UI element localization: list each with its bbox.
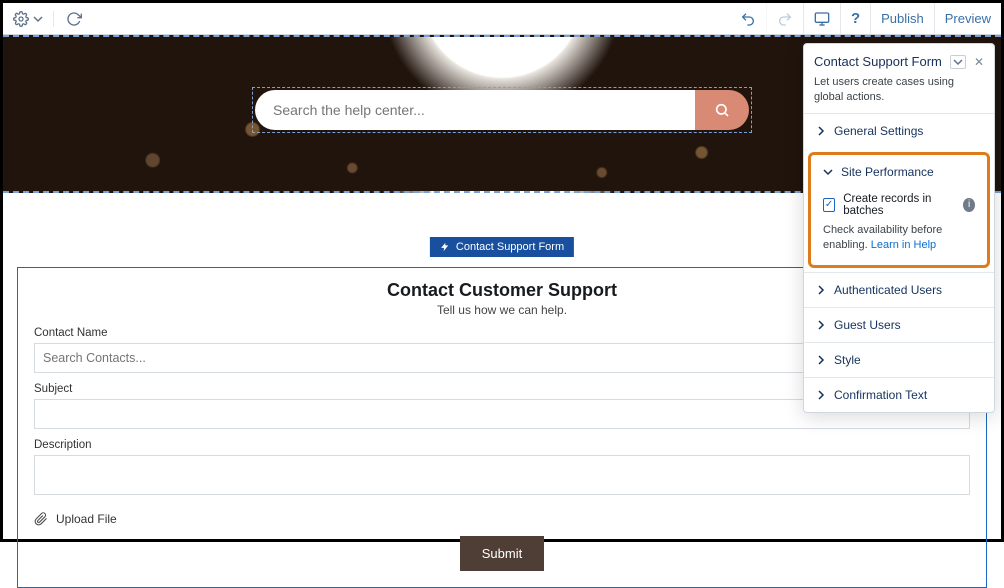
- section-guest-users[interactable]: Guest Users: [804, 307, 994, 342]
- site-performance-highlight: Site Performance ✓ Create records in bat…: [808, 152, 990, 269]
- lightning-icon: [440, 242, 450, 252]
- description-label: Description: [34, 439, 970, 451]
- submit-button[interactable]: Submit: [460, 536, 544, 571]
- upload-file[interactable]: Upload File: [34, 512, 970, 526]
- gear-icon: [13, 11, 29, 27]
- help-text: Check availability before enabling. Lear…: [823, 223, 975, 254]
- undo-icon: [740, 11, 756, 27]
- section-label: General Settings: [834, 124, 923, 138]
- redo-button[interactable]: [766, 3, 803, 34]
- panel-title: Contact Support Form: [814, 54, 942, 69]
- section-label: Site Performance: [841, 165, 934, 179]
- chevron-right-icon: [816, 285, 826, 295]
- section-label: Authenticated Users: [834, 283, 942, 297]
- undo-button[interactable]: [730, 3, 766, 34]
- section-label: Style: [834, 353, 861, 367]
- checkbox-label: Create records in batches: [843, 193, 955, 217]
- chevron-down-icon: [33, 14, 43, 24]
- upload-label: Upload File: [56, 512, 117, 526]
- section-label: Confirmation Text: [834, 388, 927, 402]
- panel-close-button[interactable]: ✕: [974, 55, 984, 69]
- info-icon[interactable]: i: [963, 198, 975, 212]
- redo-icon: [777, 11, 793, 27]
- chevron-down-icon: [823, 167, 833, 177]
- search-input[interactable]: [255, 90, 695, 130]
- question-icon: ?: [851, 10, 860, 27]
- section-general-settings[interactable]: General Settings: [804, 113, 994, 148]
- description-input[interactable]: [34, 455, 970, 495]
- learn-in-help-link[interactable]: Learn in Help: [871, 239, 936, 251]
- paperclip-icon: [34, 512, 48, 526]
- search-component[interactable]: [252, 87, 752, 133]
- create-records-batches-checkbox[interactable]: ✓: [823, 198, 835, 212]
- properties-panel: Contact Support Form ✕ Let users create …: [803, 43, 995, 413]
- component-badge-label: Contact Support Form: [456, 241, 564, 253]
- chevron-right-icon: [816, 390, 826, 400]
- top-toolbar: ? Publish Preview: [3, 3, 1001, 35]
- component-badge: Contact Support Form: [430, 237, 574, 257]
- device-preview-button[interactable]: [803, 3, 840, 34]
- chevron-right-icon: [816, 355, 826, 365]
- preview-button[interactable]: Preview: [934, 3, 1001, 34]
- panel-subtitle: Let users create cases using global acti…: [814, 75, 984, 105]
- chevron-right-icon: [816, 126, 826, 136]
- section-label: Guest Users: [834, 318, 901, 332]
- chevron-down-icon: [953, 57, 963, 67]
- refresh-button[interactable]: [54, 11, 94, 27]
- section-style[interactable]: Style: [804, 342, 994, 377]
- refresh-icon: [66, 11, 82, 27]
- search-button[interactable]: [695, 90, 749, 130]
- section-site-performance[interactable]: Site Performance: [811, 155, 987, 189]
- help-button[interactable]: ?: [840, 3, 870, 34]
- desktop-icon: [814, 11, 830, 27]
- search-icon: [714, 102, 730, 118]
- builder-settings-menu[interactable]: [3, 11, 54, 27]
- submit-label: Submit: [482, 546, 522, 561]
- close-icon: ✕: [974, 55, 984, 69]
- panel-menu-button[interactable]: [950, 55, 966, 69]
- publish-label: Publish: [881, 11, 924, 26]
- preview-label: Preview: [945, 11, 991, 26]
- section-confirmation-text[interactable]: Confirmation Text: [804, 377, 994, 412]
- publish-button[interactable]: Publish: [870, 3, 934, 34]
- section-authenticated-users[interactable]: Authenticated Users: [804, 272, 994, 307]
- chevron-right-icon: [816, 320, 826, 330]
